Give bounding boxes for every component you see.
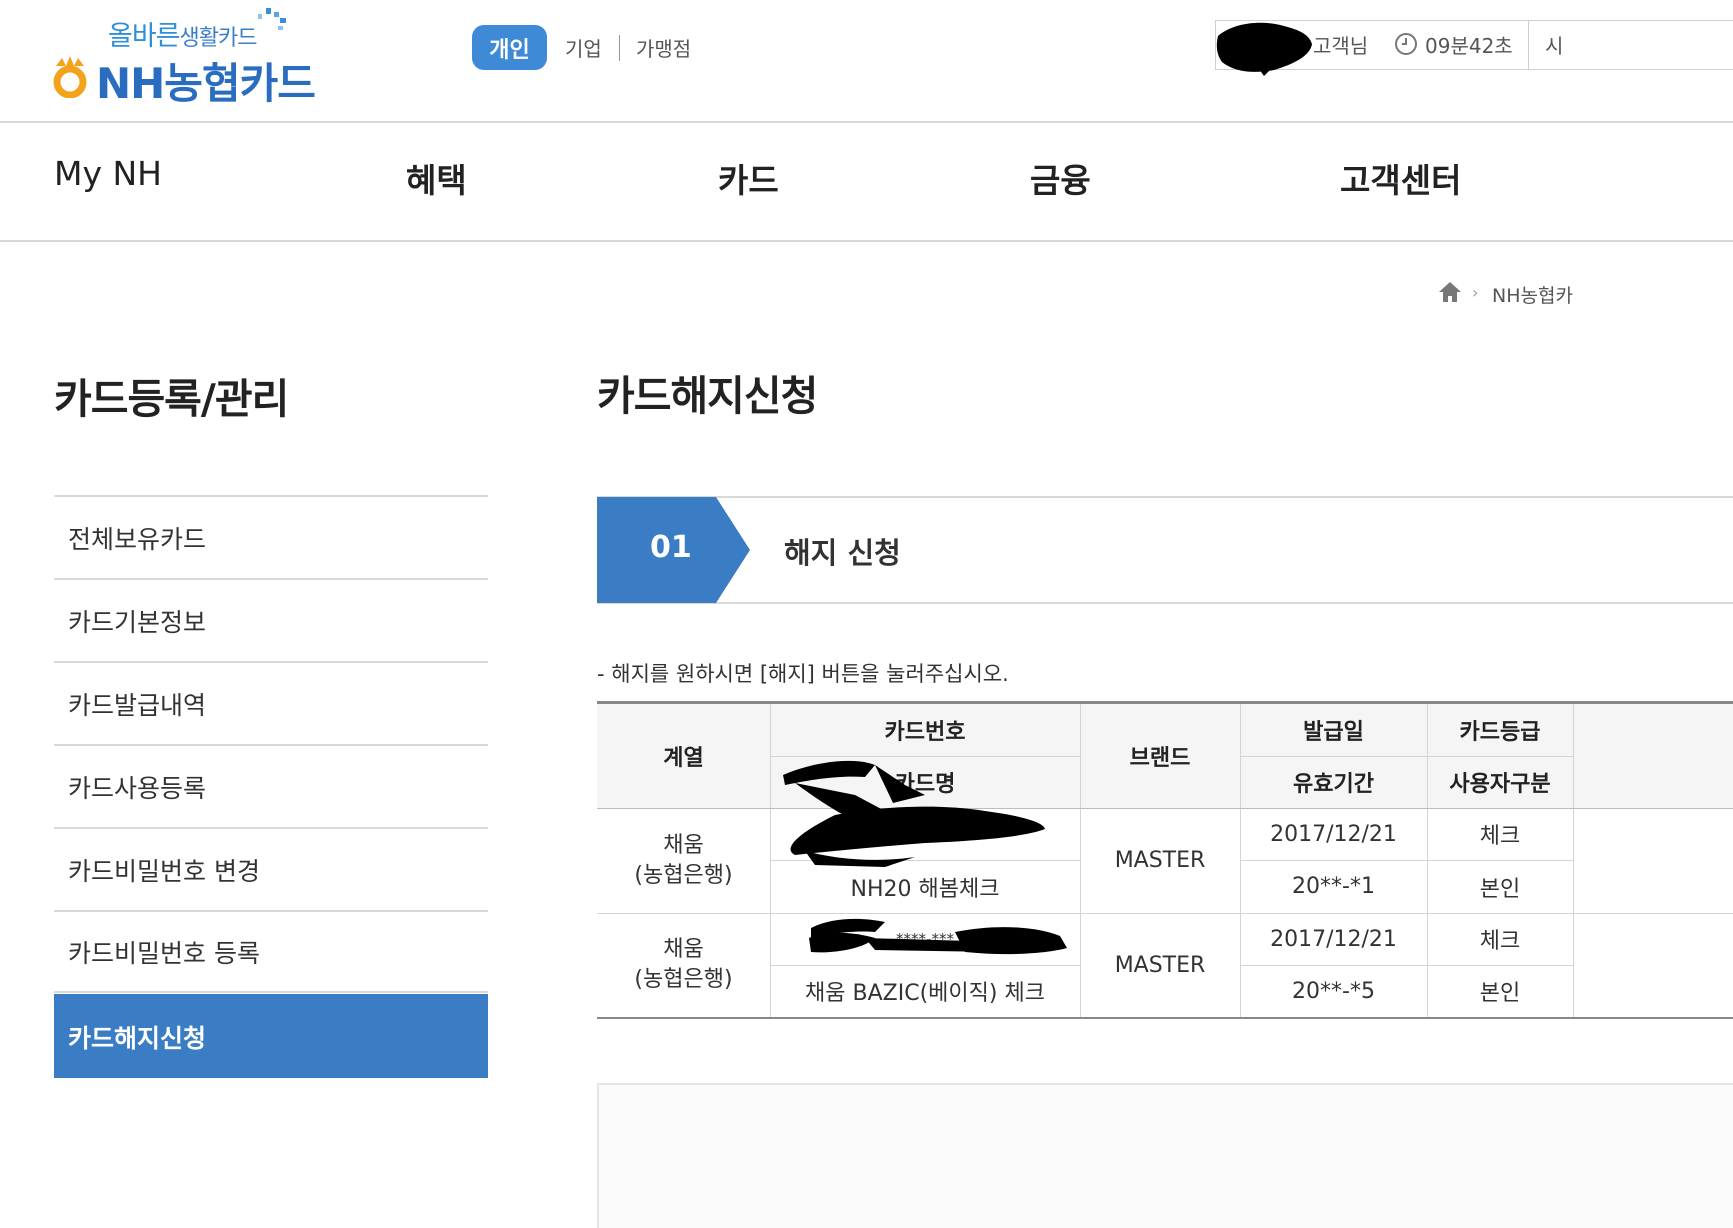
table-grid-line — [597, 808, 1733, 809]
step-label: 해지 신청 — [784, 536, 901, 570]
sidebar-title: 카드등록/관리 — [54, 375, 289, 423]
th-overflow — [1573, 704, 1733, 808]
table-row-2-expiry: 20**-*5 — [1292, 978, 1375, 1004]
table-row-1-grade: 체크 — [1479, 824, 1521, 849]
clock-icon — [1395, 33, 1417, 55]
table-row-2-card-name[interactable]: 채움 BAZIC(베이직) 체크 — [770, 965, 1080, 1017]
th-expiry: 유효기간 — [1240, 756, 1427, 808]
table-row-2-brand: MASTER — [1114, 952, 1206, 978]
step-indicator — [597, 496, 1733, 604]
logo-slogan: 올바른생활카드 — [108, 21, 257, 52]
redacted-card-number-row-1 — [783, 760, 1045, 867]
sidebar-item-card-use-registration[interactable]: 카드사용등록 — [54, 744, 488, 827]
sidebar-item-all-cards[interactable]: 전체보유카드 — [54, 495, 488, 578]
th-brand: 브랜드 — [1080, 704, 1240, 808]
table-grid-line — [1240, 860, 1573, 861]
redacted-user-name — [1216, 22, 1312, 76]
action-button-area — [597, 1083, 1733, 1228]
th-card-number: 카드번호 — [770, 704, 1080, 756]
header-divider — [0, 121, 1733, 123]
table-row-1-issue-date: 2017/12/21 — [1270, 821, 1397, 847]
breadcrumb-chevron-icon: › — [1472, 283, 1479, 302]
home-icon[interactable] — [1438, 281, 1462, 303]
redacted-card-number-row-2 — [809, 918, 1067, 955]
gnb-divider — [0, 240, 1733, 242]
notice-text: - 해지를 원하시면 [해지] 버튼을 눌러주십시오. — [597, 662, 1009, 686]
series-name: 채움 — [663, 832, 704, 858]
table-row-1-series: 채움 (농협은행) — [597, 808, 770, 913]
table-row-1-user-type: 본인 — [1479, 876, 1521, 902]
gnb-card[interactable]: 카드 — [718, 154, 779, 202]
table-grid-line — [770, 965, 1080, 966]
breadcrumb-item[interactable]: NH농협카 — [1492, 281, 1573, 308]
logo-burst-icon — [258, 8, 286, 30]
th-card-grade: 카드등급 — [1427, 704, 1573, 756]
logo-brand-text: NH농협카드 — [96, 59, 316, 108]
table-grid-line — [1240, 756, 1573, 757]
step-number: 01 — [650, 530, 692, 565]
table-grid-line — [597, 913, 1733, 914]
series-name: 채움 — [663, 937, 704, 962]
session-extend-button[interactable]: 시 — [1545, 30, 1563, 59]
sidebar-item-card-issue-history[interactable]: 카드발급내역 — [54, 661, 488, 744]
gnb-customer-center[interactable]: 고객센터 — [1340, 154, 1461, 202]
segment-business[interactable]: 기업 — [565, 25, 602, 70]
segment-personal[interactable]: 개인 — [472, 25, 547, 70]
table-row-1-brand: MASTER — [1114, 848, 1206, 873]
nh-card-logo[interactable]: 올바른생활카드 NH농협카드 — [52, 6, 332, 108]
user-name-suffix: 고객님 — [1313, 34, 1369, 58]
table-row-2-issue-date: 2017/12/21 — [1270, 926, 1397, 952]
gnb-finance[interactable]: 금융 — [1030, 154, 1091, 202]
segment-merchant[interactable]: 가맹점 — [636, 25, 691, 70]
series-bank: (농협은행) — [634, 862, 733, 888]
table-bottom-border — [597, 1017, 1733, 1019]
sidebar-item-card-basic-info[interactable]: 카드기본정보 — [54, 578, 488, 661]
table-row-1-expiry: 20**-*1 — [1292, 874, 1375, 899]
sidebar-menu: 전체보유카드 카드기본정보 카드발급내역 카드사용등록 카드비밀번호 변경 카드… — [54, 495, 488, 1078]
gnb-benefit[interactable]: 혜택 — [406, 154, 467, 202]
table-row-2-user-type: 본인 — [1479, 981, 1521, 1006]
sidebar-item-card-password-registration[interactable]: 카드비밀번호 등록 — [54, 910, 488, 993]
nh-mark-icon — [53, 56, 87, 98]
series-bank: (농협은행) — [634, 967, 733, 992]
gnb-my-nh[interactable]: My NH — [54, 154, 162, 193]
sidebar-item-card-cancellation[interactable]: 카드해지신청 — [54, 994, 488, 1078]
th-series: 계열 — [597, 704, 770, 808]
session-timer: 09분42초 — [1425, 34, 1513, 58]
table-grid-line — [1080, 704, 1081, 1017]
table-row-2-series: 채움 (농협은행) — [597, 913, 770, 1017]
sidebar-item-card-password-change[interactable]: 카드비밀번호 변경 — [54, 827, 488, 910]
th-issue-date: 발급일 — [1240, 704, 1427, 756]
segment-divider — [619, 35, 620, 61]
table-row-2-grade: 체크 — [1479, 929, 1521, 954]
th-user-type: 사용자구분 — [1427, 756, 1573, 808]
user-box-divider — [1528, 21, 1529, 69]
table-grid-line — [1240, 965, 1573, 966]
table-grid-line — [1573, 704, 1574, 1017]
page-title: 카드해지신청 — [597, 372, 818, 420]
